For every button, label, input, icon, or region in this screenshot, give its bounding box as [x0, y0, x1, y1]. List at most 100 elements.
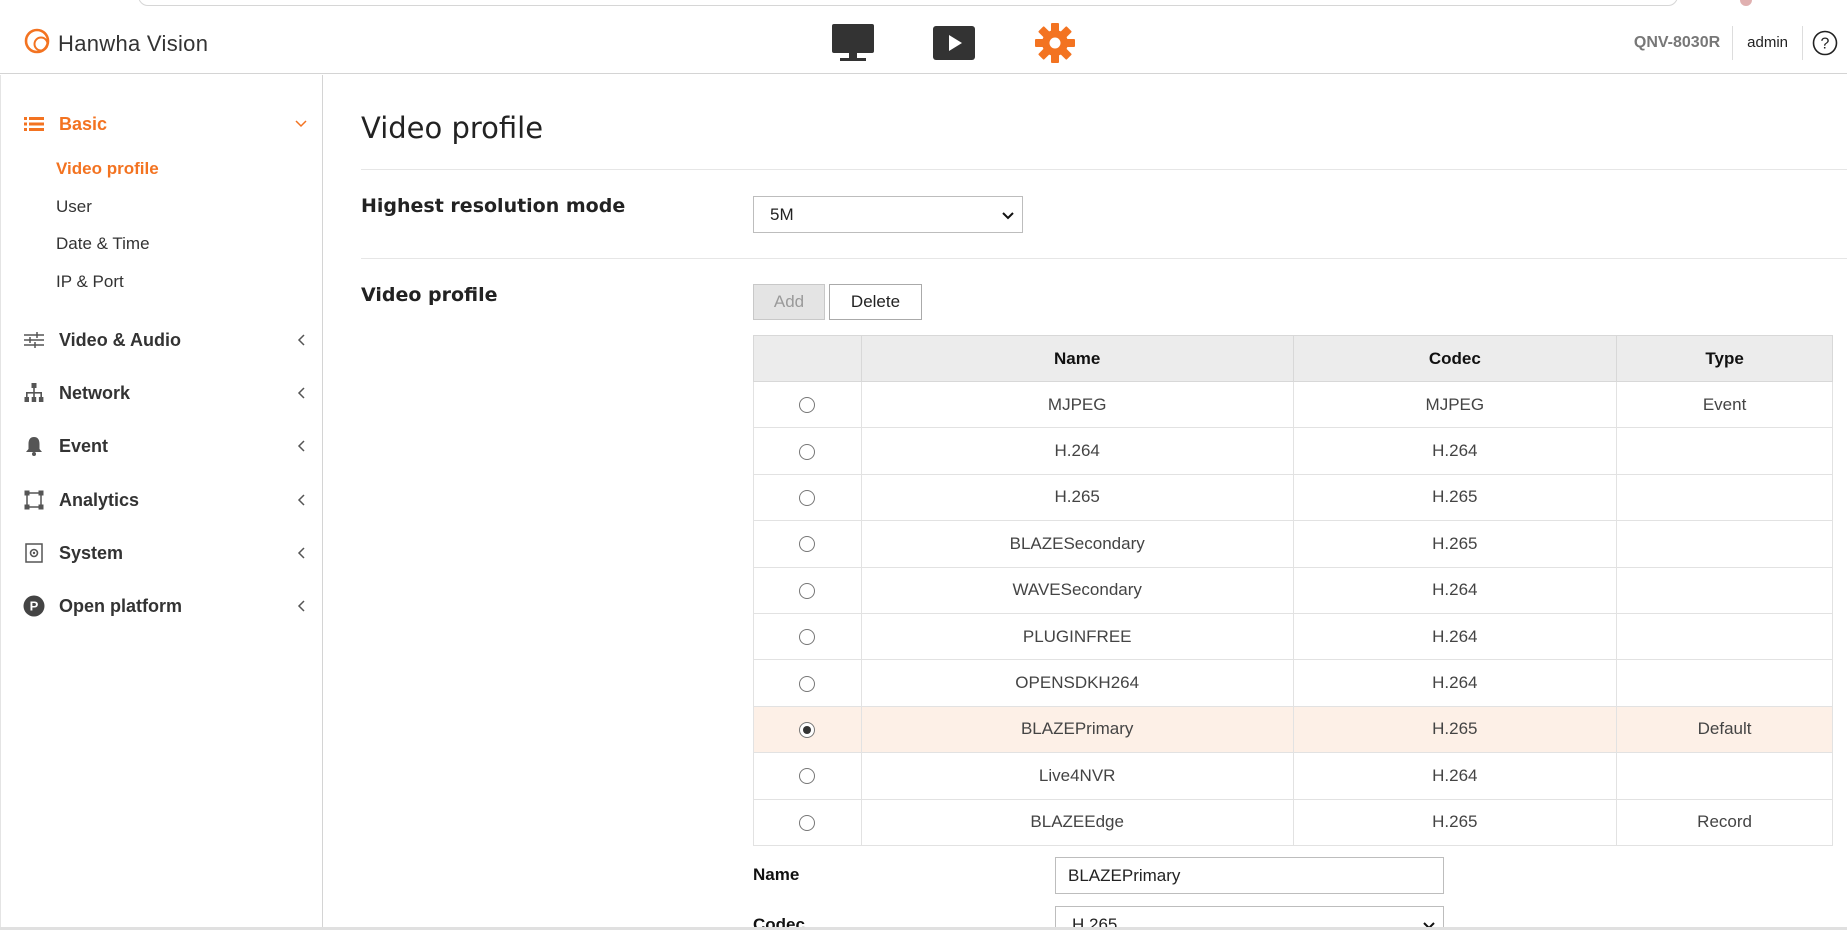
browser-top-strip [0, 0, 1847, 12]
help-button[interactable]: ? [1803, 30, 1847, 56]
gear-icon[interactable] [1032, 22, 1078, 64]
resolution-mode-label: Highest resolution mode [361, 195, 626, 217]
table-row[interactable]: WAVESecondary H.264 [753, 566, 1833, 614]
profile-dot [1740, 0, 1752, 6]
table-row[interactable]: MJPEG MJPEG Event [753, 380, 1833, 429]
sidebar-group-label: Open platform [59, 595, 183, 616]
table-row[interactable]: H.265 H.265 [753, 473, 1833, 522]
brand-logo[interactable]: Hanwha Vision [22, 26, 208, 61]
play-icon[interactable] [931, 22, 977, 64]
radio-button[interactable] [799, 489, 816, 506]
column-header-codec[interactable]: Codec [1292, 335, 1618, 382]
row-select-cell[interactable] [753, 520, 862, 568]
chevron-left-icon [294, 599, 308, 613]
add-button[interactable]: Add [753, 284, 825, 320]
sidebar-group-basic[interactable]: Basic [23, 113, 308, 135]
row-select-cell[interactable] [753, 659, 862, 707]
sidebar-item-user[interactable]: User [56, 197, 92, 217]
profile-table: Name Codec Type MJPEG MJPEG Event H.264 … [753, 335, 1833, 846]
page-title: Video profile [361, 111, 544, 145]
table-row[interactable]: BLAZEEdge H.265 Record [753, 798, 1833, 846]
row-select-cell[interactable] [753, 566, 862, 614]
row-codec: H.264 [1292, 427, 1618, 475]
table-header-row: Name Codec Type [753, 335, 1833, 382]
analytics-icon [23, 489, 45, 511]
monitor-icon[interactable] [830, 22, 876, 64]
row-type [1616, 427, 1833, 475]
row-select-cell[interactable] [753, 612, 862, 661]
sliders-icon [23, 329, 45, 351]
table-row[interactable]: H.264 H.264 [753, 427, 1833, 475]
row-type [1616, 752, 1833, 800]
row-codec: MJPEG [1292, 380, 1618, 429]
row-codec: H.265 [1292, 798, 1618, 846]
row-select-cell[interactable] [753, 380, 862, 429]
sidebar-item-ip-port[interactable]: IP & Port [56, 272, 124, 292]
sidebar-group-event[interactable]: Event [23, 435, 308, 457]
row-name: H.265 [860, 473, 1294, 522]
resolution-mode-select[interactable]: 5M [753, 196, 1023, 233]
radio-button[interactable] [799, 397, 816, 414]
row-type: Default [1616, 705, 1833, 754]
row-type [1616, 612, 1833, 661]
radio-button[interactable] [799, 582, 816, 599]
sidebar-item-video-profile[interactable]: Video profile [56, 159, 159, 179]
sidebar-group-label: Event [59, 435, 109, 456]
model-name: QNV-8030R [1622, 26, 1734, 60]
sidebar: Basic Video profile User Date & Time IP … [0, 75, 323, 930]
row-type [1616, 566, 1833, 614]
sidebar-group-analytics[interactable]: Analytics [23, 489, 308, 511]
chevron-left-icon [294, 493, 308, 507]
hanwha-logo-icon [22, 26, 52, 61]
user-name[interactable]: admin [1733, 26, 1803, 60]
sidebar-group-video-audio[interactable]: Video & Audio [23, 329, 308, 351]
row-select-cell[interactable] [753, 705, 862, 754]
row-name: PLUGINFREE [860, 612, 1294, 661]
name-input[interactable] [1055, 857, 1444, 894]
sidebar-item-date-time[interactable]: Date & Time [56, 234, 150, 254]
sidebar-group-network[interactable]: Network [23, 382, 308, 404]
chevron-down-icon [1002, 205, 1014, 225]
table-row[interactable]: PLUGINFREE H.264 [753, 612, 1833, 661]
row-name: MJPEG [860, 380, 1294, 429]
row-codec: H.265 [1292, 520, 1618, 568]
radio-button[interactable] [799, 536, 816, 553]
chevron-left-icon [294, 546, 308, 560]
sidebar-group-open-platform[interactable]: P Open platform [23, 595, 308, 617]
svg-text:P: P [30, 599, 39, 614]
table-row-selected[interactable]: BLAZEPrimary H.265 Default [753, 705, 1833, 754]
delete-button[interactable]: Delete [829, 284, 922, 320]
radio-button[interactable] [799, 814, 816, 831]
app-header: Hanwha Vision QNV-8030R admin ? [0, 12, 1847, 74]
chevron-left-icon [294, 386, 308, 400]
radio-button-checked[interactable] [799, 721, 816, 738]
open-platform-icon: P [23, 595, 45, 617]
row-select-cell[interactable] [753, 752, 862, 800]
sidebar-group-label: Video & Audio [59, 329, 182, 350]
column-header-type[interactable]: Type [1616, 335, 1833, 382]
row-codec: H.264 [1292, 612, 1618, 661]
bell-icon [23, 435, 45, 457]
row-type: Record [1616, 798, 1833, 846]
table-row[interactable]: Live4NVR H.264 [753, 752, 1833, 800]
name-field-label: Name [753, 865, 800, 884]
help-icon: ? [1812, 30, 1838, 56]
sidebar-group-system[interactable]: System [23, 542, 308, 564]
row-select-cell[interactable] [753, 798, 862, 846]
table-row[interactable]: OPENSDKH264 H.264 [753, 659, 1833, 707]
row-select-cell[interactable] [753, 427, 862, 475]
row-codec: H.264 [1292, 566, 1618, 614]
column-header-name[interactable]: Name [860, 335, 1294, 382]
row-codec: H.265 [1292, 705, 1618, 754]
radio-button[interactable] [799, 443, 816, 460]
divider [361, 258, 1847, 259]
row-type [1616, 473, 1833, 522]
column-header-select [753, 335, 862, 382]
radio-button[interactable] [799, 768, 816, 785]
radio-button[interactable] [799, 629, 816, 646]
video-profile-label: Video profile [361, 284, 498, 306]
sidebar-group-label: Basic [59, 113, 108, 134]
radio-button[interactable] [799, 675, 816, 692]
row-select-cell[interactable] [753, 473, 862, 522]
table-row[interactable]: BLAZESecondary H.265 [753, 520, 1833, 568]
